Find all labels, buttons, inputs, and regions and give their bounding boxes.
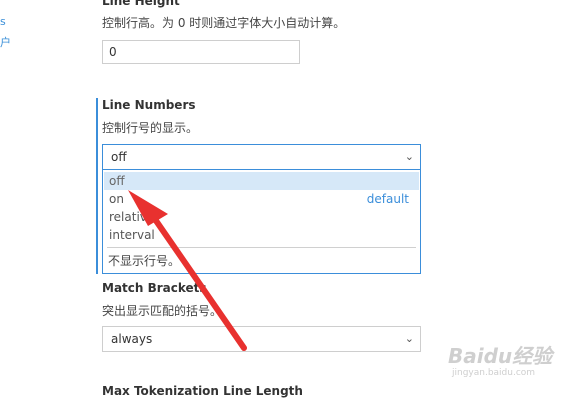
watermark-url: jingyan.baidu.com xyxy=(452,368,536,378)
annotation-arrow-icon xyxy=(128,190,247,351)
watermark-logo: Baidu经验 xyxy=(448,344,553,368)
